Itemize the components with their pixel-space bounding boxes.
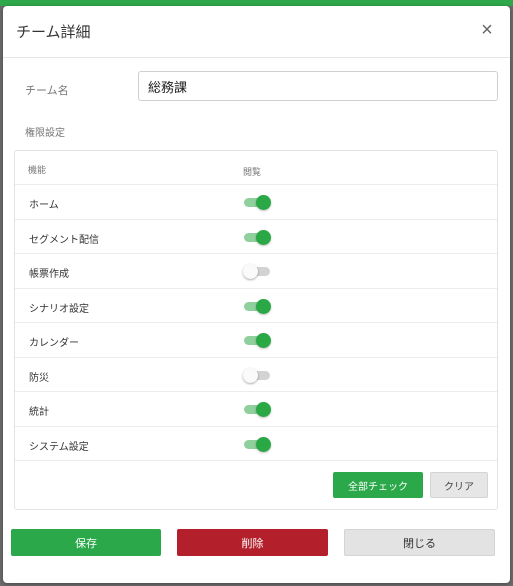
toggle-knob bbox=[243, 264, 258, 279]
toggle-knob bbox=[243, 367, 258, 383]
permission-row-label: シナリオ設定 bbox=[29, 303, 89, 315]
close-button[interactable]: 閉じる bbox=[344, 529, 495, 556]
team-name-input[interactable] bbox=[138, 71, 498, 101]
permission-row: 防災 bbox=[15, 358, 497, 392]
clear-button[interactable]: クリア bbox=[430, 472, 488, 498]
permission-table: 機能 閲覧 ホーム セグメント配信 帳票作成 シナリオ設定 カレンダー 防災 統… bbox=[14, 150, 498, 510]
permission-row-label: ホーム bbox=[29, 200, 59, 211]
permission-row: シナリオ設定 bbox=[15, 289, 497, 323]
permission-row: 帳票作成 bbox=[15, 254, 497, 289]
toggle-knob bbox=[256, 402, 271, 417]
team-name-label: チーム名 bbox=[25, 84, 69, 97]
permission-row-label: 統計 bbox=[29, 407, 49, 418]
permission-row: セグメント配信 bbox=[15, 220, 497, 254]
permission-row: 統計 bbox=[15, 392, 497, 427]
close-icon[interactable]: × bbox=[476, 19, 498, 41]
view-toggle[interactable] bbox=[243, 367, 271, 383]
view-toggle[interactable] bbox=[244, 333, 271, 348]
view-toggle[interactable] bbox=[244, 402, 271, 417]
view-toggle[interactable] bbox=[244, 195, 271, 210]
toggle-knob bbox=[256, 229, 271, 245]
view-toggle[interactable] bbox=[243, 264, 271, 279]
view-toggle[interactable] bbox=[244, 436, 271, 452]
column-header-view: 閲覧 bbox=[243, 168, 262, 178]
save-button[interactable]: 保存 bbox=[11, 529, 161, 556]
view-toggle[interactable] bbox=[244, 298, 271, 314]
permission-settings-label: 権限設定 bbox=[25, 128, 65, 139]
team-detail-dialog: チーム詳細 × チーム名 権限設定 機能 閲覧 ホーム セグメント配信 帳票作成… bbox=[3, 6, 510, 583]
dialog-header: チーム詳細 × bbox=[3, 6, 510, 58]
column-header-function: 機能 bbox=[28, 166, 47, 176]
toggle-knob bbox=[256, 333, 271, 348]
toggle-knob bbox=[256, 436, 271, 452]
dialog-title: チーム詳細 bbox=[16, 23, 91, 41]
permission-row: ホーム bbox=[15, 185, 497, 220]
permission-row: カレンダー bbox=[15, 323, 497, 358]
permission-row-label: 帳票作成 bbox=[29, 269, 69, 280]
permission-row-label: 防災 bbox=[29, 372, 49, 384]
permission-row-label: カレンダー bbox=[29, 338, 79, 349]
delete-button[interactable]: 削除 bbox=[177, 529, 328, 556]
toggle-knob bbox=[256, 195, 271, 210]
permission-row: システム設定 bbox=[15, 427, 497, 461]
check-all-button[interactable]: 全部チェック bbox=[333, 472, 423, 498]
permission-table-header: 機能 閲覧 bbox=[15, 151, 497, 185]
toggle-knob bbox=[256, 298, 271, 314]
permission-row-label: システム設定 bbox=[29, 441, 89, 453]
view-toggle[interactable] bbox=[244, 229, 271, 245]
permission-row-label: セグメント配信 bbox=[29, 234, 99, 246]
